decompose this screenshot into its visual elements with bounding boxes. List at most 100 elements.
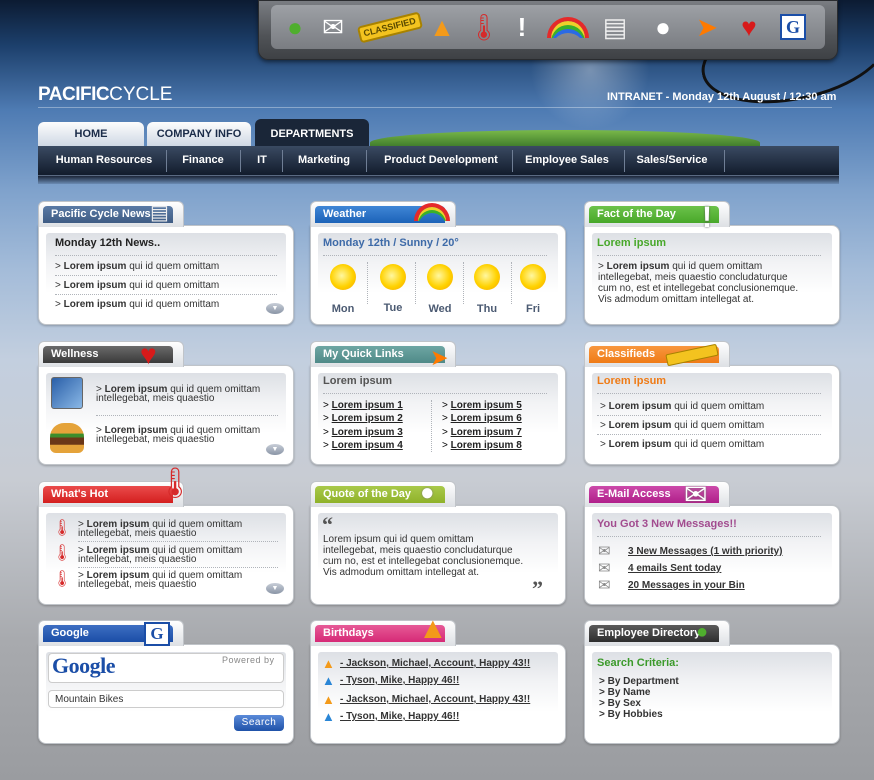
tab-home[interactable]: HOME [38, 122, 144, 146]
pacific-cycle-logo[interactable]: PACIFICCYCLE [38, 84, 172, 106]
news-item[interactable]: > Lorem ipsum qui id quem omittam [55, 262, 219, 272]
party-hat-icon[interactable]: ▲ [422, 9, 462, 45]
speech-bubble-icon[interactable]: ● [643, 9, 683, 45]
powered-by: Powered by [222, 655, 275, 665]
whats-hot-title[interactable]: What's Hot [43, 486, 173, 503]
party-hat-icon: ▲ [322, 673, 335, 688]
nav-human-resources[interactable]: Human Resources [46, 146, 162, 176]
directory-heading: Search Criteria: [597, 657, 679, 669]
quick-link[interactable]: Lorem ipsum 1 [332, 400, 403, 411]
birthday-item[interactable]: - Jackson, Michael, Account, Happy 43!! [340, 694, 530, 705]
cursor-icon: ➤ [430, 345, 449, 370]
close-quote-icon: ” [532, 576, 543, 601]
icon-toolbar: ● ✉ CLASSIFIED ▲ 🌡 ! ▤ ● ➤ ♥ G [258, 0, 838, 60]
quick-link[interactable]: Lorem ipsum 6 [451, 413, 522, 424]
classified-item[interactable]: > Lorem ipsum qui id quem omittam [600, 402, 764, 412]
party-hat-icon: ▲ [322, 692, 335, 707]
nav-product-development[interactable]: Product Development [370, 146, 512, 176]
party-hat-icon: ▲ [322, 656, 335, 671]
quick-link[interactable]: Lorem ipsum 5 [451, 400, 522, 411]
heart-icon: ♥ [140, 339, 157, 370]
quicklinks-title[interactable]: My Quick Links [315, 346, 445, 363]
mail-icon[interactable]: ✉ [313, 9, 353, 45]
party-hat-icon: ▲ [418, 612, 448, 645]
mail-icon: ✉ [598, 577, 611, 594]
quick-link[interactable]: Lorem ipsum 4 [332, 440, 403, 451]
directory-option[interactable]: > By Department [599, 676, 679, 687]
birthday-item[interactable]: - Tyson, Mike, Happy 46!! [340, 711, 459, 722]
quicklinks-col2: > Lorem ipsum 5 > Lorem ipsum 6 > Lorem … [442, 400, 522, 451]
intranet-date: INTRANET - Monday 12th August / 12:30 am [607, 91, 837, 103]
hot-more-button[interactable]: ▼ [266, 583, 284, 594]
weather-day: Tue [383, 302, 403, 314]
directory-option[interactable]: > By Hobbies [599, 709, 679, 720]
classified-item[interactable]: > Lorem ipsum qui id quem omittam [600, 421, 764, 431]
google-icon[interactable]: G [773, 9, 813, 45]
exclamation-icon[interactable]: ! [502, 9, 542, 45]
email-heading: You Got 3 New Messages!! [597, 518, 737, 530]
mail-icon: ✉ [598, 560, 611, 577]
google-icon: G [144, 622, 170, 646]
nav-marketing[interactable]: Marketing [286, 146, 362, 176]
news-heading: Monday 12th News.. [55, 237, 161, 249]
weather-day: Mon [331, 303, 355, 315]
weather-day: Wed [428, 303, 452, 315]
email-link[interactable]: 4 emails Sent today [628, 563, 721, 574]
classified-item[interactable]: > Lorem ipsum qui id quem omittam [600, 440, 764, 450]
birthday-item[interactable]: - Jackson, Michael, Account, Happy 43!! [340, 658, 530, 669]
divider [38, 107, 832, 108]
fact-title[interactable]: Fact of the Day [589, 206, 719, 223]
quick-link[interactable]: Lorem ipsum 8 [451, 440, 522, 451]
thermometer-icon: 🌡 [52, 571, 73, 588]
classified-icon[interactable]: CLASSIFIED [357, 9, 423, 45]
sun-icon [520, 264, 546, 290]
rainbow-icon[interactable] [543, 9, 593, 45]
people-icon[interactable]: ● [275, 9, 315, 45]
quick-link[interactable]: Lorem ipsum 2 [332, 413, 403, 424]
weather-day: Thu [476, 303, 498, 315]
directory-option[interactable]: > By Sex [599, 698, 679, 709]
sun-icon [427, 264, 453, 290]
quicklinks-heading: Lorem ipsum [323, 375, 393, 387]
email-link[interactable]: 3 New Messages (1 with priority) [628, 546, 783, 557]
newspaper-icon: ▤ [150, 202, 169, 224]
quicklinks-col1: > Lorem ipsum 1 > Lorem ipsum 2 > Lorem … [323, 400, 403, 451]
news-more-button[interactable]: ▼ [266, 303, 284, 314]
news-item[interactable]: > Lorem ipsum qui id quem omittam [55, 300, 219, 310]
department-nav: Human Resources Finance IT Marketing Pro… [38, 146, 839, 176]
mail-icon: ✉ [684, 479, 708, 510]
google-search-button[interactable]: Search [234, 715, 284, 731]
sun-icon [474, 264, 500, 290]
sun-icon [380, 264, 406, 290]
exclamation-icon: ! [702, 201, 712, 234]
thermometer-icon: 🌡 [52, 545, 73, 562]
classifieds-heading: Lorem ipsum [597, 375, 667, 387]
google-logo: Google [52, 653, 116, 678]
news-item[interactable]: > Lorem ipsum qui id quem omittam [55, 281, 219, 291]
newspaper-icon[interactable]: ▤ [595, 9, 635, 45]
weather-day: Fri [525, 303, 541, 315]
wellness-photo [51, 377, 83, 409]
email-link[interactable]: 20 Messages in your Bin [628, 580, 745, 591]
nav-employee-sales[interactable]: Employee Sales [516, 146, 618, 176]
birthday-item[interactable]: - Tyson, Mike, Happy 46!! [340, 675, 459, 686]
nav-sales-service[interactable]: Sales/Service [628, 146, 716, 176]
tab-company-info[interactable]: COMPANY INFO [147, 122, 251, 146]
cursor-icon[interactable]: ➤ [687, 9, 727, 45]
tab-departments[interactable]: DEPARTMENTS [255, 119, 369, 146]
directory-option[interactable]: > By Name [599, 687, 679, 698]
nav-it[interactable]: IT [244, 146, 280, 176]
grass-strip [370, 130, 760, 146]
wellness-more-button[interactable]: ▼ [266, 444, 284, 455]
google-search-input[interactable] [48, 690, 284, 708]
thermometer-icon: 🌡 [52, 520, 73, 537]
quick-link[interactable]: Lorem ipsum 3 [332, 427, 403, 438]
quick-link[interactable]: Lorem ipsum 7 [451, 427, 522, 438]
people-icon: ● [696, 621, 709, 643]
burger-icon [50, 423, 84, 453]
thermometer-icon[interactable]: 🌡 [464, 9, 504, 45]
mail-icon: ✉ [598, 543, 611, 560]
heart-icon[interactable]: ♥ [729, 9, 769, 45]
nav-finance[interactable]: Finance [170, 146, 236, 176]
weather-heading: Monday 12th / Sunny / 20° [323, 237, 459, 249]
